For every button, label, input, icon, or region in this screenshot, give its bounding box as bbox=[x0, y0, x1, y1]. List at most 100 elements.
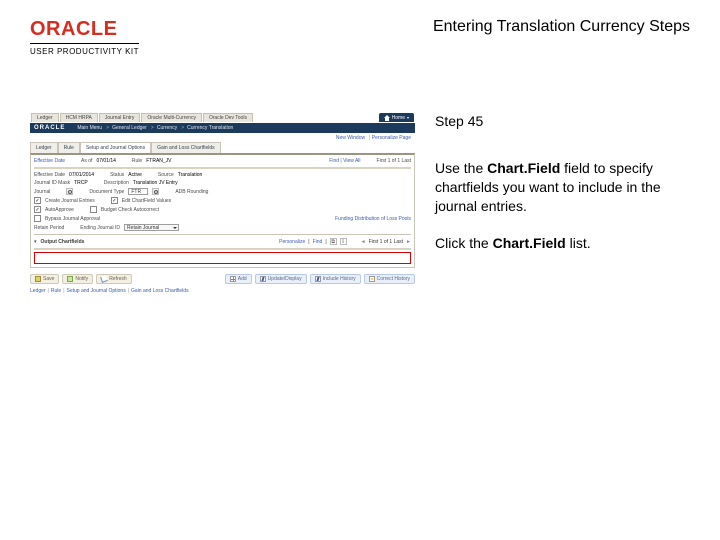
lookup-icon[interactable] bbox=[66, 188, 73, 195]
instruction-text: Use the bbox=[435, 160, 487, 176]
correct-icon bbox=[369, 276, 375, 282]
status-label: Status bbox=[110, 172, 124, 178]
page-root: ORACLE USER PRODUCTIVITY KIT Entering Tr… bbox=[0, 0, 720, 540]
footer-tab-link[interactable]: Ledger bbox=[30, 288, 46, 294]
tab-gain-loss[interactable]: Gain and Loss Chartfields bbox=[151, 142, 221, 153]
journal-id-mask-value: TRCP bbox=[74, 180, 88, 186]
browser-tabs: Ledger HCM HRPA Journal Entry Oracle Mul… bbox=[30, 112, 415, 123]
brand-logo: ORACLE bbox=[30, 18, 139, 41]
retain-journal-dropdown[interactable]: Retain Journal bbox=[124, 224, 179, 231]
mini-app: Ledger HCM HRPA Journal Entry Oracle Mul… bbox=[30, 112, 415, 294]
asof-value: 07/01/14 bbox=[96, 158, 115, 164]
bypass-approval-label: Bypass Journal Approval bbox=[45, 216, 100, 222]
footer-tab-links: Ledger|Rule|Setup and Journal Options|Ga… bbox=[30, 288, 415, 294]
doc-type-input[interactable]: FTR bbox=[128, 188, 148, 195]
tab-ledger[interactable]: Ledger bbox=[30, 142, 58, 153]
download-icon[interactable]: ⇩ bbox=[340, 238, 347, 245]
notify-button[interactable]: Notify bbox=[62, 274, 93, 284]
home-button[interactable]: Home ▾ bbox=[379, 113, 414, 122]
refresh-icon bbox=[100, 275, 108, 283]
adb-rounding-label: ADB Rounding bbox=[175, 189, 208, 195]
collapse-icon[interactable]: ▾ bbox=[34, 239, 37, 245]
breadcrumb-item[interactable]: General Ledger bbox=[112, 125, 147, 131]
new-window-link[interactable]: New Window bbox=[336, 135, 365, 141]
add-button[interactable]: Add bbox=[225, 274, 252, 284]
asof-label: As of bbox=[81, 158, 92, 164]
find-viewall-link[interactable]: Find | View All bbox=[329, 158, 360, 164]
browser-tab[interactable]: Ledger bbox=[31, 113, 59, 122]
tab-setup-journal[interactable]: Setup and Journal Options bbox=[80, 142, 151, 153]
edit-chartfield-values-checkbox[interactable]: ✓ bbox=[111, 197, 118, 204]
form-row: ✓ AutoApprove Budget Check Autocorrect bbox=[34, 205, 411, 214]
refresh-label: Refresh bbox=[109, 276, 127, 282]
breadcrumb-item[interactable]: Currency bbox=[157, 125, 177, 131]
save-icon bbox=[35, 276, 41, 282]
action-buttons: Save Notify Refresh Add Update/Display I… bbox=[30, 274, 415, 284]
history-icon bbox=[315, 276, 321, 282]
instruction-text: list. bbox=[566, 235, 591, 251]
personalize-page-link[interactable]: Personalize Page bbox=[369, 135, 411, 141]
footer-tab-link[interactable]: Rule bbox=[51, 288, 61, 294]
form-row: Journal ID Mask TRCP Description Transla… bbox=[34, 179, 411, 187]
step-label: Step 45 bbox=[435, 112, 690, 131]
update-display-button[interactable]: Update/Display bbox=[255, 274, 307, 284]
output-chartfields-label: Output Chartfields bbox=[41, 239, 85, 245]
zoom-icon[interactable]: ⧉ bbox=[330, 238, 337, 245]
instruction-bold: Chart.Field bbox=[487, 160, 560, 176]
last-icon[interactable]: ► bbox=[406, 239, 411, 245]
save-button[interactable]: Save bbox=[30, 274, 59, 284]
personalize-link[interactable]: Personalize bbox=[279, 239, 305, 245]
chevron-down-icon: ▾ bbox=[407, 115, 409, 120]
browser-tab[interactable]: Oracle Multi-Currency bbox=[141, 113, 202, 122]
lookup-icon[interactable] bbox=[152, 188, 159, 195]
tab-rule[interactable]: Rule bbox=[58, 142, 80, 153]
page-utility-links: New Window Personalize Page bbox=[30, 133, 415, 141]
autoapprove-label: AutoApprove bbox=[45, 207, 74, 213]
breadcrumb-item[interactable]: Main Menu bbox=[77, 125, 102, 131]
pager-text: First 1 of 1 Last bbox=[377, 158, 411, 164]
create-journal-entries-checkbox[interactable]: ✓ bbox=[34, 197, 41, 204]
breadcrumb: Main Menu General Ledger Currency Curren… bbox=[77, 125, 233, 131]
funding-distribution-link[interactable]: Funding Distribution of Loss Pools bbox=[335, 216, 411, 222]
grid-toolbar: Personalize | Find | ⧉ ⇩ ◄ First 1 of 1 … bbox=[279, 238, 411, 245]
first-icon[interactable]: ◄ bbox=[361, 239, 366, 245]
journal-label: Journal bbox=[34, 189, 50, 195]
source-value: Translation bbox=[178, 172, 203, 178]
autoapprove-checkbox[interactable]: ✓ bbox=[34, 206, 41, 213]
app-logo: ORACLE bbox=[34, 125, 65, 131]
section-header: ▾ Output Chartfields Personalize | Find … bbox=[34, 237, 411, 246]
footer-tab-link[interactable]: Setup and Journal Options bbox=[67, 288, 126, 294]
refresh-button[interactable]: Refresh bbox=[96, 274, 132, 284]
instruction-paragraph: Click the Chart.Field list. bbox=[435, 234, 690, 253]
page-header: ORACLE USER PRODUCTIVITY KIT Entering Tr… bbox=[0, 0, 720, 62]
breadcrumb-item[interactable]: Currency Translation bbox=[187, 125, 233, 131]
home-icon bbox=[384, 115, 390, 121]
include-history-button[interactable]: Include History bbox=[310, 274, 361, 284]
form-row: Bypass Journal Approval Funding Distribu… bbox=[34, 214, 411, 223]
correct-history-button[interactable]: Correct History bbox=[364, 274, 415, 284]
status-value: Active bbox=[128, 172, 142, 178]
pager-text: First 1 of 1 Last bbox=[369, 239, 403, 245]
find-link[interactable]: Find bbox=[313, 239, 323, 245]
chartfield-dropdown[interactable] bbox=[34, 252, 411, 264]
effective-date-link[interactable]: Effective Date bbox=[34, 158, 65, 164]
notify-label: Notify bbox=[75, 276, 88, 282]
source-label: Source bbox=[158, 172, 174, 178]
browser-tab[interactable]: HCM HRPA bbox=[60, 113, 98, 122]
footer-tab-link[interactable]: Gain and Loss Chartfields bbox=[131, 288, 189, 294]
browser-tab[interactable]: Oracle Dev Tools bbox=[203, 113, 253, 122]
form-row: Retain Period Ending Journal ID Retain J… bbox=[34, 223, 411, 232]
form-row: Journal Document Type FTR ADB Rounding bbox=[34, 187, 411, 196]
browser-tab[interactable]: Journal Entry bbox=[99, 113, 140, 122]
retain-period-label: Retain Period bbox=[34, 225, 64, 231]
journal-id-mask-label: Journal ID Mask bbox=[34, 180, 70, 186]
period-row: Effective Date As of 07/01/14 Rule FTRAN… bbox=[34, 157, 411, 165]
doc-type-label: Document Type bbox=[89, 189, 124, 195]
instruction-paragraph: Use the Chart.Field field to specify cha… bbox=[435, 159, 690, 216]
content-row: Ledger HCM HRPA Journal Entry Oracle Mul… bbox=[0, 62, 720, 294]
create-journal-entries-label: Create Journal Entries bbox=[45, 198, 95, 204]
budget-check-checkbox[interactable] bbox=[90, 206, 97, 213]
bypass-approval-checkbox[interactable] bbox=[34, 215, 41, 222]
instruction-text: Click the bbox=[435, 235, 493, 251]
eff-date-label: Effective Date bbox=[34, 172, 65, 178]
